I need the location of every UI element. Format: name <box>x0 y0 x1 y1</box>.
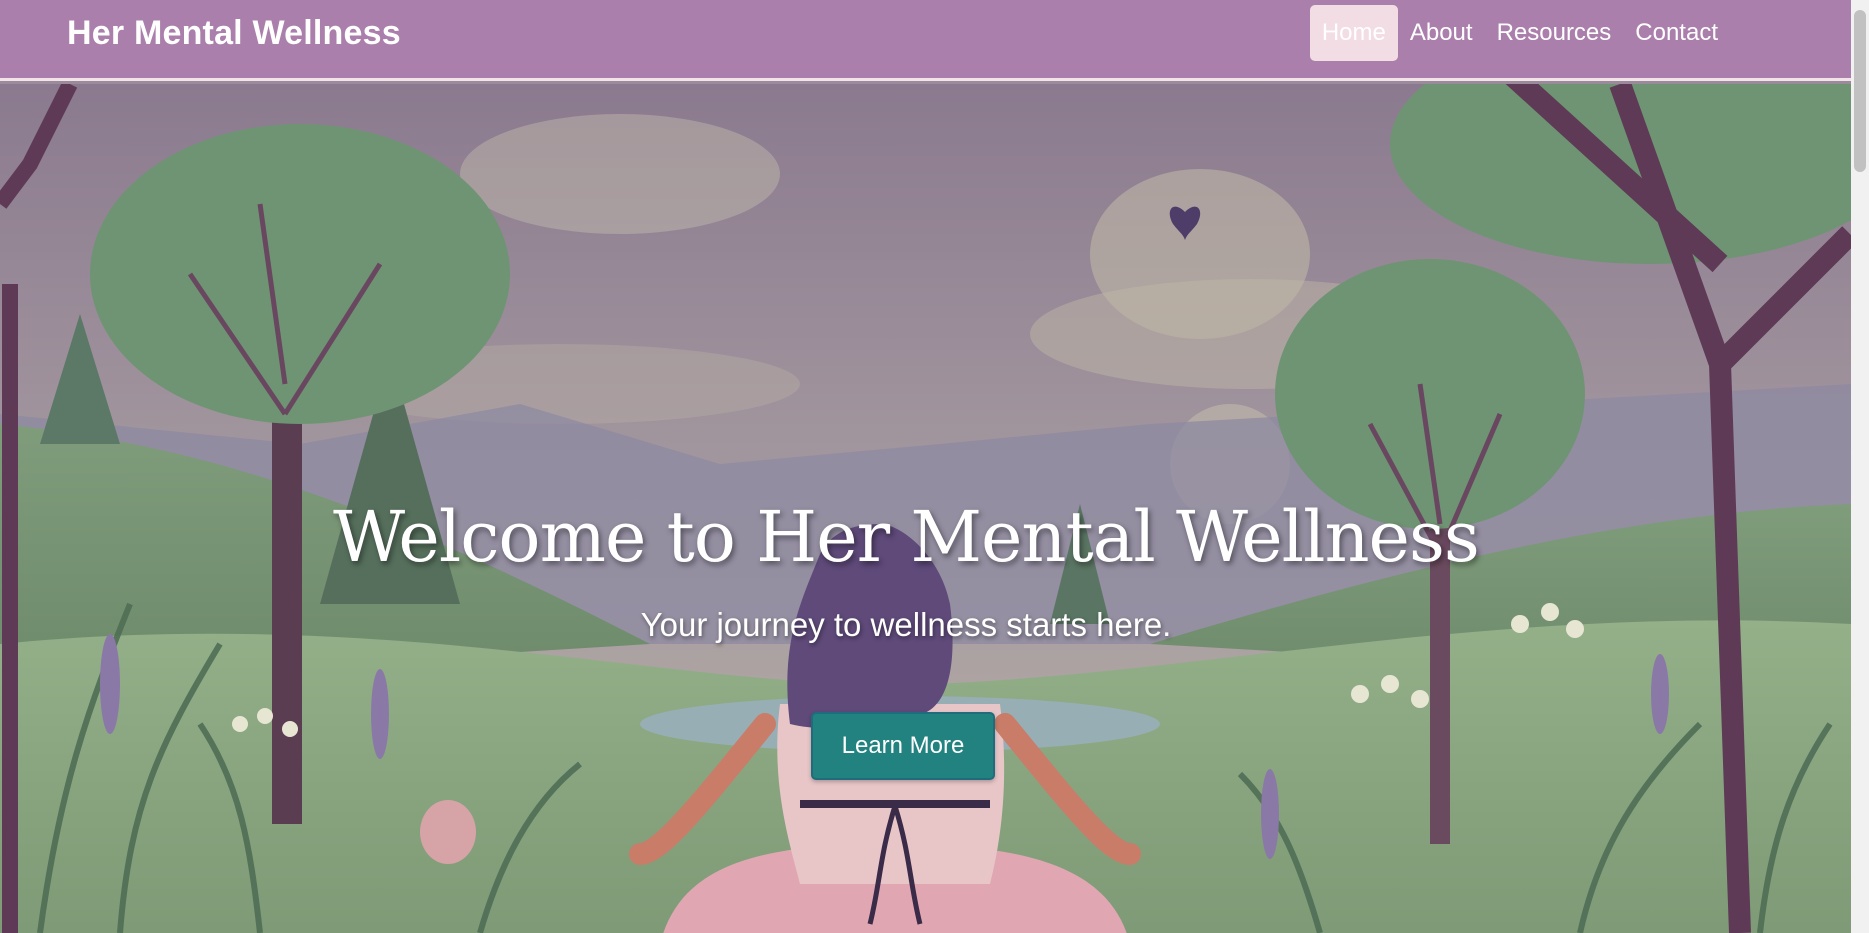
hero-section: Welcome to Her Mental Wellness Your jour… <box>0 84 1851 933</box>
nav-resources[interactable]: Resources <box>1485 5 1624 61</box>
nav-contact[interactable]: Contact <box>1623 5 1730 61</box>
nav-links: Home About Resources Contact <box>1309 5 1851 61</box>
hero-title: Welcome to Her Mental Wellness <box>333 496 1480 578</box>
site-brand[interactable]: Her Mental Wellness <box>67 14 401 53</box>
nav-about[interactable]: About <box>1398 5 1485 61</box>
learn-more-button[interactable]: Learn More <box>811 712 995 780</box>
page-scrollbar[interactable] <box>1851 0 1869 933</box>
scrollbar-thumb[interactable] <box>1854 10 1866 172</box>
hero-subtitle: Your journey to wellness starts here. <box>640 606 1172 643</box>
nav-home[interactable]: Home <box>1309 5 1398 61</box>
top-navbar: Her Mental Wellness Home About Resources… <box>0 0 1851 81</box>
